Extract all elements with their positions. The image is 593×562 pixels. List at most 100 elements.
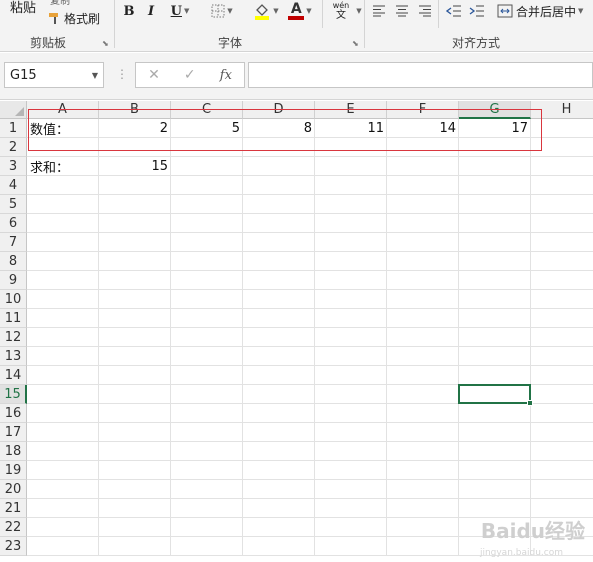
increase-indent-button[interactable] (467, 2, 487, 20)
align-center-button[interactable] (393, 2, 411, 20)
column-gridline (458, 119, 459, 556)
row-gridline (27, 365, 593, 366)
row-header-2[interactable]: 2 (0, 138, 27, 157)
column-gridline (242, 119, 243, 556)
select-all-corner[interactable] (0, 101, 27, 119)
row-header-23[interactable]: 23 (0, 537, 27, 556)
cancel-icon[interactable]: ✕ (148, 67, 160, 83)
divider (114, 0, 115, 48)
row-gridline (27, 308, 593, 309)
row-header-11[interactable]: 11 (0, 309, 27, 328)
row-gridline (27, 327, 593, 328)
spreadsheet-grid[interactable]: ABCDEFGH 1 2 3 4 5 6 7 8 9 10 11 12 13 14 15 16 17 18 19 20… (0, 101, 593, 562)
fill-handle[interactable] (527, 400, 533, 406)
enter-icon[interactable]: ✓ (184, 67, 196, 83)
paste-label: 粘贴 (9, 0, 36, 16)
row-gridline (27, 498, 593, 499)
borders-button[interactable]: ▼ (206, 2, 238, 20)
clipboard-group-label: 剪贴板 (30, 36, 67, 50)
row-header-1[interactable]: 1 (0, 119, 27, 138)
row-header-8[interactable]: 8 (0, 252, 27, 271)
column-gridline (98, 119, 99, 556)
row-header-12[interactable]: 12 (0, 328, 27, 347)
row-gridline (27, 251, 593, 252)
row-header-3[interactable]: 3 (0, 157, 27, 176)
font-group-label: 字体 (218, 36, 243, 50)
merge-center-button[interactable]: 合并后居中 ▼ (497, 2, 593, 20)
row-header-9[interactable]: 9 (0, 271, 27, 290)
chevron-down-icon[interactable]: ▼ (92, 71, 98, 80)
row-gridline (27, 479, 593, 480)
phonetic-dropdown[interactable]: ▼ (354, 2, 362, 20)
bold-button[interactable]: B (121, 2, 137, 20)
row-gridline (27, 441, 593, 442)
row-header-7[interactable]: 7 (0, 233, 27, 252)
watermark-url: jingyan.baidu.com (479, 548, 563, 558)
row-header-17[interactable]: 17 (0, 423, 27, 442)
row-header-16[interactable]: 16 (0, 404, 27, 423)
phonetic-guide-button[interactable]: wén 文 (328, 0, 354, 22)
row-header-19[interactable]: 19 (0, 461, 27, 480)
row-header-22[interactable]: 22 (0, 518, 27, 537)
selected-cell[interactable] (458, 384, 533, 406)
fill-color-button[interactable]: ▼ (250, 1, 282, 21)
row-gridline (27, 213, 593, 214)
column-gridline (386, 119, 387, 556)
formula-bar: G15 ▼ ⋮ ✕ ✓ fx (0, 53, 593, 100)
format-painter-label: 格式刷 (64, 11, 101, 26)
format-painter-button[interactable]: 格式刷 (48, 10, 100, 26)
row-header-4[interactable]: 4 (0, 176, 27, 195)
column-gridline (170, 119, 171, 556)
borders-icon (211, 4, 225, 18)
paste-button[interactable]: 粘贴 (6, 0, 40, 16)
row-gridline (27, 346, 593, 347)
copy-label: 复制 (50, 0, 70, 7)
chevron-down-icon: ▼ (356, 7, 362, 15)
font-color-button[interactable]: A ▼ (284, 1, 316, 21)
decrease-indent-icon (446, 5, 461, 17)
row-gridline (27, 460, 593, 461)
clipboard-launcher-icon[interactable]: ⬊ (102, 39, 109, 48)
underline-icon: U (170, 3, 182, 19)
row-header-13[interactable]: 13 (0, 347, 27, 366)
formula-input[interactable] (248, 62, 593, 88)
name-box-value: G15 (10, 67, 37, 83)
decrease-indent-button[interactable] (444, 2, 464, 20)
increase-indent-icon (469, 5, 484, 17)
divider (322, 0, 323, 28)
cell-b3[interactable]: 15 (99, 157, 171, 176)
merge-center-icon (497, 4, 513, 18)
italic-button[interactable]: I (143, 2, 159, 20)
copy-button[interactable]: 复制 (50, 0, 70, 7)
chevron-down-icon: ▼ (183, 7, 190, 15)
paint-bucket-icon (255, 4, 270, 20)
row-header-6[interactable]: 6 (0, 214, 27, 233)
format-painter-icon (49, 13, 58, 24)
align-right-button[interactable] (416, 2, 434, 20)
column-gridline (314, 119, 315, 556)
insert-function-icon[interactable]: fx (220, 68, 232, 83)
divider (438, 0, 439, 28)
row-header-20[interactable]: 20 (0, 480, 27, 499)
cell-a3[interactable]: 求和： (27, 157, 99, 176)
align-left-button[interactable] (370, 2, 388, 20)
more-options-icon[interactable]: ⋮ (116, 67, 128, 81)
row-gridline (27, 289, 593, 290)
ribbon: 粘贴 复制 格式刷 剪贴板 ⬊ B I U ▼ ▼ ▼ A ▼ wén 文 ▼ 字… (0, 0, 593, 52)
underline-button[interactable]: U ▼ (165, 2, 195, 20)
chevron-down-icon: ▼ (227, 7, 233, 15)
row-header-14[interactable]: 14 (0, 366, 27, 385)
watermark-logo: Baidu经验 (480, 519, 585, 543)
chevron-down-icon: ▼ (578, 7, 584, 15)
phonetic-bottom-label: 文 (336, 10, 346, 21)
chevron-down-icon: ▼ (306, 7, 312, 15)
font-launcher-icon[interactable]: ⬊ (352, 39, 359, 48)
row-header-18[interactable]: 18 (0, 442, 27, 461)
row-header-10[interactable]: 10 (0, 290, 27, 309)
alignment-group-label: 对齐方式 (452, 36, 501, 50)
row-header-15[interactable]: 15 (0, 385, 27, 404)
select-all-icon (15, 107, 24, 116)
row-header-21[interactable]: 21 (0, 499, 27, 518)
name-box[interactable]: G15 ▼ (4, 62, 104, 88)
row-header-5[interactable]: 5 (0, 195, 27, 214)
